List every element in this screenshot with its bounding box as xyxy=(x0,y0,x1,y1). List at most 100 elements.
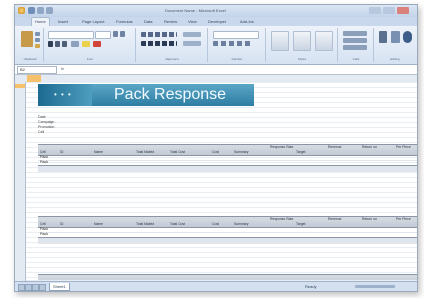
sort-filter-icon[interactable] xyxy=(391,31,400,43)
number-group: Number xyxy=(209,28,266,62)
maximize-button[interactable] xyxy=(383,7,395,14)
fill-color-icon[interactable] xyxy=(82,41,90,47)
format-painter-icon[interactable] xyxy=(35,44,40,48)
status-text: Ready xyxy=(305,284,317,289)
group-label: Number xyxy=(231,57,243,61)
col-revenue: Revenue xyxy=(328,145,342,149)
report-title: Pack Response xyxy=(114,86,227,103)
col-response-rate: Response Rate xyxy=(270,217,294,221)
col-summary: Summary xyxy=(234,150,249,154)
grow-font-icon[interactable] xyxy=(113,31,118,37)
editing-group: Editing xyxy=(375,28,415,62)
styles-group: Styles xyxy=(267,28,338,62)
name-box[interactable]: B2 xyxy=(17,66,57,74)
group-label: Clipboard xyxy=(23,57,37,61)
col-target: Target xyxy=(296,222,306,226)
underline-icon[interactable] xyxy=(62,41,67,47)
undo-icon[interactable] xyxy=(37,7,44,14)
col-per-piece: Per Piece xyxy=(396,145,411,149)
alignment-group: Alignment xyxy=(137,28,208,62)
tab-developer[interactable]: Developer xyxy=(205,18,229,26)
font-name-select[interactable] xyxy=(48,31,94,39)
tab-view[interactable]: View xyxy=(185,18,200,26)
wrap-text-icon[interactable] xyxy=(183,32,201,37)
table-total-row[interactable] xyxy=(38,165,417,172)
next-sheet-button[interactable] xyxy=(32,284,39,291)
col-cost: Cost xyxy=(212,150,219,154)
tab-home[interactable]: Home xyxy=(31,17,50,26)
bold-icon[interactable] xyxy=(48,41,53,47)
ribbon-tabs: Home Insert Page Layout Formulas Data Re… xyxy=(15,17,417,26)
font-color-icon[interactable] xyxy=(93,41,101,47)
report-banner: • • • Pack Response xyxy=(38,84,254,106)
tab-add-ins[interactable]: Add-Ins xyxy=(237,18,257,26)
formula-bar: B2 fx xyxy=(15,65,417,75)
number-format-icons[interactable] xyxy=(213,41,253,46)
tab-page-layout[interactable]: Page Layout xyxy=(79,18,107,26)
meta-row: Cell xyxy=(38,130,188,135)
selected-row-header[interactable] xyxy=(15,84,25,88)
ribbon: Clipboard Font Alignment Number Styles C… xyxy=(15,26,417,65)
window-title: Document Name - Microsoft Excel xyxy=(165,8,226,13)
group-label: Editing xyxy=(390,57,400,61)
format-as-table-icon[interactable] xyxy=(293,31,311,51)
shrink-font-icon[interactable] xyxy=(120,31,125,37)
last-sheet-button[interactable] xyxy=(39,284,46,291)
tab-insert[interactable]: Insert xyxy=(55,18,71,26)
merge-center-icon[interactable] xyxy=(183,41,201,46)
col-total-mailed: Total Mailed xyxy=(136,222,155,226)
number-format-select[interactable] xyxy=(213,31,259,39)
tab-formulas[interactable]: Formulas xyxy=(113,18,136,26)
find-select-icon[interactable] xyxy=(403,31,412,43)
tab-data[interactable]: Data xyxy=(141,18,155,26)
col-total-cost: Total Cost xyxy=(170,150,186,154)
office-button-icon[interactable] xyxy=(18,7,25,14)
copy-icon[interactable] xyxy=(35,38,40,42)
col-cell: Cell xyxy=(40,222,46,226)
conditional-formatting-icon[interactable] xyxy=(271,31,289,51)
borders-icon[interactable] xyxy=(71,41,79,47)
redo-icon[interactable] xyxy=(46,7,53,14)
cells-group: Cells xyxy=(339,28,374,62)
format-cells-icon[interactable] xyxy=(343,45,367,50)
save-icon[interactable] xyxy=(28,7,35,14)
font-size-select[interactable] xyxy=(95,31,111,39)
prev-sheet-button[interactable] xyxy=(25,284,32,291)
banner-dots: • • • xyxy=(54,90,72,99)
worksheet[interactable]: • • • Pack Response Date Campaign Promot… xyxy=(26,82,417,280)
align-icons[interactable] xyxy=(141,32,177,37)
autosum-icon[interactable] xyxy=(379,31,387,43)
col-total-mailed: Total Mailed xyxy=(136,150,155,154)
col-cost: Cost xyxy=(212,222,219,226)
cut-icon[interactable] xyxy=(35,32,40,36)
sheet-tab[interactable]: Sheet1 xyxy=(49,283,70,291)
clipboard-group: Clipboard xyxy=(17,28,44,62)
insert-cells-icon[interactable] xyxy=(343,31,367,36)
zoom-slider[interactable] xyxy=(355,285,395,288)
col-name: Name xyxy=(94,222,104,226)
gridlines xyxy=(26,82,417,280)
table-total-row[interactable] xyxy=(38,237,417,244)
selected-column-header[interactable] xyxy=(27,75,41,82)
group-label: Cells xyxy=(352,57,360,61)
font-group: Font xyxy=(45,28,136,62)
title-bar: Document Name - Microsoft Excel xyxy=(15,5,417,17)
italic-icon[interactable] xyxy=(55,41,60,47)
cell-styles-icon[interactable] xyxy=(315,31,333,51)
justify-icons[interactable] xyxy=(141,41,177,46)
col-response-rate: Response Rate xyxy=(270,145,294,149)
col-return-on: Return on xyxy=(362,217,377,221)
first-sheet-button[interactable] xyxy=(18,284,25,291)
paste-icon[interactable] xyxy=(21,31,33,47)
col-return-on: Return on xyxy=(362,145,377,149)
close-button[interactable] xyxy=(397,7,409,14)
row-headers[interactable] xyxy=(15,82,26,282)
delete-cells-icon[interactable] xyxy=(343,38,367,43)
meta-key: Cell xyxy=(38,130,45,134)
tab-review[interactable]: Review xyxy=(161,18,180,26)
fx-icon[interactable]: fx xyxy=(61,66,64,71)
excel-window: Document Name - Microsoft Excel Home Ins… xyxy=(14,4,418,292)
minimize-button[interactable] xyxy=(369,7,381,14)
group-label: Alignment xyxy=(165,57,179,61)
table-header xyxy=(38,274,417,280)
